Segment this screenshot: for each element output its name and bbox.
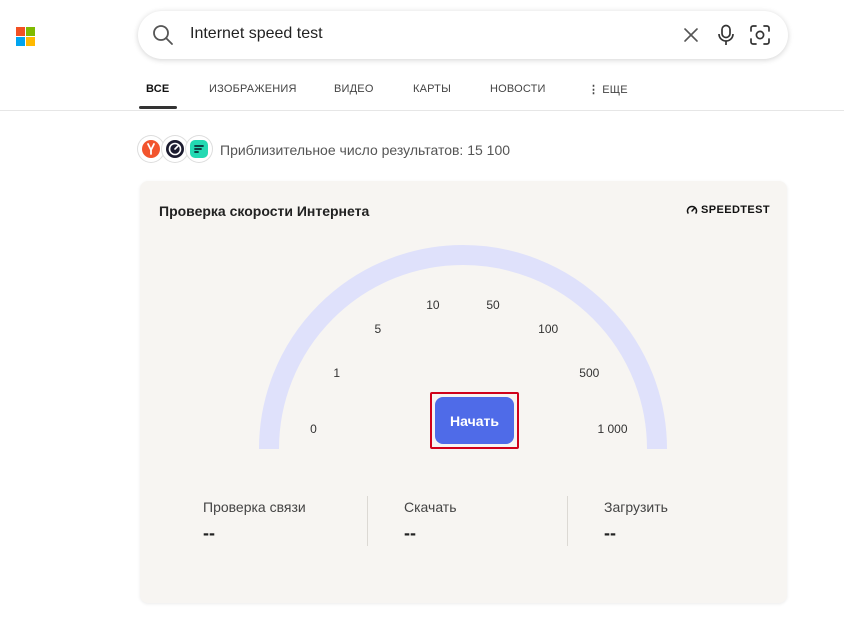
gauge-tick-label: 1 000 bbox=[597, 422, 628, 437]
tab-video[interactable]: ВИДЕО bbox=[334, 83, 374, 95]
metric-value: -- bbox=[203, 523, 215, 543]
metric-ping: Проверка связи -- bbox=[203, 499, 306, 544]
fast-icon[interactable] bbox=[186, 136, 212, 162]
start-button[interactable]: Начать bbox=[435, 397, 514, 444]
close-icon[interactable] bbox=[682, 26, 700, 44]
tab-maps[interactable]: КАРТЫ bbox=[413, 83, 451, 95]
gauge-tick-label: 500 bbox=[579, 365, 600, 380]
tab-more-label: ЕЩЕ bbox=[602, 84, 628, 96]
search-tabs: ВСЕ ИЗОБРАЖЕНИЯ ВИДЕО КАРТЫ НОВОСТИ ⋮ ЕЩЕ bbox=[0, 78, 844, 111]
divider bbox=[367, 496, 368, 546]
search-icon[interactable] bbox=[152, 24, 174, 46]
metric-label: Проверка связи bbox=[203, 499, 306, 515]
result-count: Приблизительное число результатов: 15 10… bbox=[220, 142, 511, 158]
gauge-tick-label: 10 bbox=[426, 298, 440, 313]
more-vertical-icon: ⋮ bbox=[588, 84, 600, 96]
divider bbox=[567, 496, 568, 546]
start-button-highlight: Начать bbox=[430, 392, 519, 449]
active-tab-indicator bbox=[139, 106, 177, 109]
yandex-icon[interactable] bbox=[138, 136, 164, 162]
tab-more[interactable]: ⋮ ЕЩЕ bbox=[588, 83, 628, 96]
gauge-tick-label: 1 bbox=[333, 365, 341, 380]
metric-download: Скачать -- bbox=[404, 499, 457, 544]
metric-value: -- bbox=[404, 523, 416, 543]
source-icons bbox=[138, 136, 218, 164]
gauge-tick-label: 5 bbox=[374, 321, 382, 336]
search-input[interactable]: Internet speed test bbox=[190, 25, 323, 43]
metric-value: -- bbox=[604, 523, 616, 543]
tab-news[interactable]: НОВОСТИ bbox=[490, 83, 546, 95]
gauge-tick-label: 50 bbox=[486, 298, 500, 313]
microphone-icon[interactable] bbox=[716, 24, 736, 46]
search-box[interactable]: Internet speed test bbox=[138, 11, 788, 59]
speed-test-widget: Проверка скорости Интернета SPEEDTEST 0 … bbox=[140, 181, 787, 603]
metric-upload: Загрузить -- bbox=[604, 499, 668, 544]
microsoft-logo[interactable] bbox=[16, 27, 35, 46]
metric-label: Скачать bbox=[404, 499, 457, 515]
gauge-tick-label: 0 bbox=[310, 422, 317, 437]
search-results-page: Internet speed test ВСЕ ИЗОБРАЖЕНИЯ ВИДЕ… bbox=[0, 0, 844, 625]
metric-label: Загрузить bbox=[604, 499, 668, 515]
gauge-tick-label: 100 bbox=[538, 321, 559, 336]
tab-all[interactable]: ВСЕ bbox=[146, 83, 169, 95]
speedometer-icon[interactable] bbox=[162, 136, 188, 162]
tab-images[interactable]: ИЗОБРАЖЕНИЯ bbox=[209, 83, 297, 95]
visual-search-icon[interactable] bbox=[749, 24, 771, 46]
